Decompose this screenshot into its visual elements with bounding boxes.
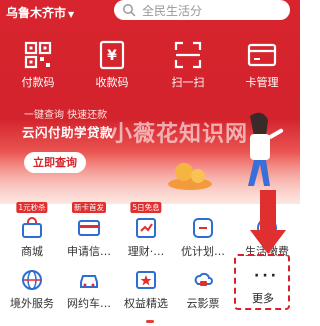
service-movie-ticket[interactable]: 云影票 [174,268,232,311]
service-label: 理财·… [127,245,165,258]
promo-tag: 1元秒杀 [16,202,48,213]
banner-title-text: 云闪付助学贷款 [22,125,114,140]
arrow-down-icon [250,190,286,254]
card-management-icon [247,43,277,67]
service-benefits[interactable]: 权益精选 [117,268,175,311]
quick-label: 卡管理 [245,76,279,89]
more-label: 更多 [252,292,274,305]
search-bar[interactable]: 全民生活分 [114,0,290,20]
service-label: 境外服务 [10,297,54,310]
credit-card-apply-icon [78,220,100,236]
service-label: 网约车… [67,297,111,310]
payment-code-button[interactable]: 付款码 [8,40,68,90]
payment-code-icon [24,41,52,69]
carousel-indicator [130,192,170,207]
banner-query-button[interactable]: 立即查询 [24,152,86,173]
banner-subtitle: 一键查询 快速还款 [24,110,108,121]
service-label: 申请信… [67,245,111,258]
service-overseas[interactable]: 境外服务 [3,268,61,311]
page-indicator [146,320,154,323]
quick-label: 收款码 [95,76,129,89]
plan-icon [193,218,213,238]
movie-ticket-icon [194,272,213,286]
banner-illustration [168,112,284,190]
svg-text:¥: ¥ [107,48,117,64]
receive-code-icon: ¥ [99,40,125,70]
service-credit-card[interactable]: 新卡首发 申请信… [60,202,118,259]
promo-tag: 新卡首发 [72,202,106,213]
chevron-down-icon: ▼ [68,10,75,19]
search-icon [123,4,136,17]
quick-label: 扫一扫 [171,76,205,89]
ride-hailing-icon [80,275,98,288]
service-wealth[interactable]: 5日免息 理财·… [117,202,175,259]
search-placeholder: 全民生活分 [142,4,203,18]
scan-icon [174,41,202,69]
city-selector[interactable]: 乌鲁木齐市 ▼ [6,4,74,21]
promo-tag: 5日免息 [130,202,162,213]
benefits-icon [136,271,156,289]
wealth-icon [136,218,156,238]
quick-label: 付款码 [21,76,55,89]
mall-icon [22,217,42,238]
card-management-button[interactable]: 卡管理 [232,40,292,90]
banner-title: 云闪付助学贷款 [22,122,113,141]
service-plan[interactable]: 优计划… [174,216,232,259]
service-label: 权益精选 [124,297,168,310]
service-mall[interactable]: 1元秒杀 商城 [3,202,61,259]
service-label: 云影票 [186,297,220,310]
city-label: 乌鲁木齐市 [6,6,67,20]
service-label: 优计划… [181,245,225,258]
receive-code-button[interactable]: ¥ 收款码 [82,40,142,90]
overseas-icon [22,270,42,290]
more-icon: ··· [254,268,279,284]
top-bar: 乌鲁木齐市 ▼ 全民生活分 [0,0,300,22]
service-ride-hailing[interactable]: 网约车… [60,268,118,311]
scan-button[interactable]: 扫一扫 [158,40,218,90]
service-label: 商城 [21,245,43,258]
